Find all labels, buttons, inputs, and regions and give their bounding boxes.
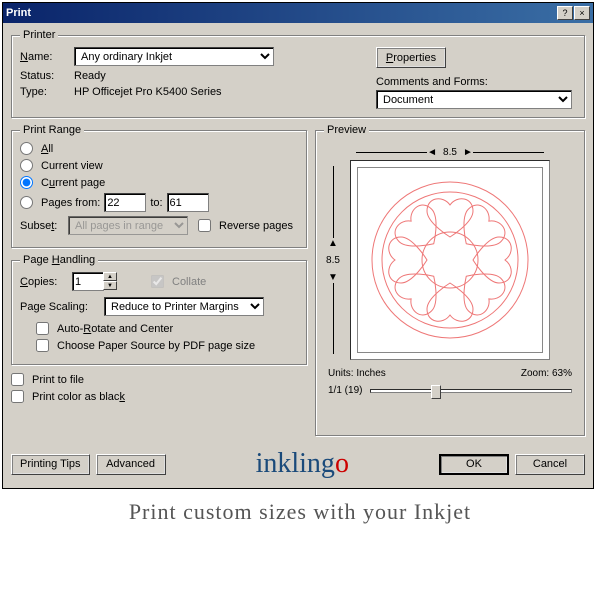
scaling-label: Page Scaling: — [20, 301, 100, 313]
radio-pages-from[interactable] — [20, 196, 33, 209]
status-label: Status: — [20, 70, 70, 82]
slider-thumb[interactable] — [431, 385, 441, 399]
radio-all[interactable] — [20, 142, 33, 155]
status-value: Ready — [74, 70, 106, 82]
print-to-file-checkbox[interactable] — [11, 373, 24, 386]
copies-down-icon[interactable]: ▼ — [103, 281, 117, 290]
tagline: Print custom sizes with your Inkjet — [0, 491, 600, 529]
scaling-select[interactable]: Reduce to Printer Margins — [104, 297, 264, 316]
type-label: Type: — [20, 86, 70, 98]
printing-tips-button[interactable]: Printing Tips — [11, 454, 90, 475]
help-icon[interactable]: ? — [557, 6, 573, 20]
reverse-checkbox[interactable] — [198, 219, 211, 232]
copies-label: Copies: — [20, 276, 68, 288]
inklingo-logo: inklingo — [256, 448, 349, 480]
print-dialog: Print ? × Printer Name: Any ordinary Ink… — [2, 2, 594, 489]
range-legend: Print Range — [20, 124, 84, 136]
ok-button[interactable]: OK — [439, 454, 509, 475]
comments-select[interactable]: Document — [376, 90, 572, 109]
preview-artwork — [365, 175, 535, 345]
close-icon[interactable]: × — [574, 6, 590, 20]
auto-rotate-label: Auto-Rotate and Center — [57, 323, 173, 335]
reverse-label: Reverse pages — [219, 220, 293, 232]
pages-to-input[interactable] — [167, 193, 209, 212]
current-page-label: Current page — [41, 177, 105, 189]
name-label: Name: — [20, 51, 70, 63]
auto-rotate-checkbox[interactable] — [36, 322, 49, 335]
handling-legend: Page Handling — [20, 254, 98, 266]
printer-legend: Printer — [20, 29, 58, 41]
subset-label: Subset: — [20, 220, 64, 232]
collate-checkbox — [151, 275, 164, 288]
page-handling-group: Page Handling Copies: ▲ ▼ Collate — [11, 254, 307, 365]
subset-select: All pages in range — [68, 216, 188, 235]
paper-source-label: Choose Paper Source by PDF page size — [57, 340, 255, 352]
comments-label: Comments and Forms: — [376, 76, 576, 88]
to-label: to: — [150, 197, 162, 209]
paper-source-checkbox[interactable] — [36, 339, 49, 352]
collate-label: Collate — [172, 276, 206, 288]
preview-legend: Preview — [324, 124, 369, 136]
copies-up-icon[interactable]: ▲ — [103, 272, 117, 281]
current-view-label: Current view — [41, 160, 103, 172]
pages-from-label: Pages from: — [41, 197, 100, 209]
preview-page — [357, 167, 543, 353]
preview-group: Preview ◄8.5► ▲8.5▼ — [315, 124, 585, 436]
preview-box: ◄8.5► ▲8.5▼ — [350, 160, 550, 360]
print-to-file-label: Print to file — [32, 374, 84, 386]
advanced-button[interactable]: Advanced — [96, 454, 166, 475]
radio-current-view[interactable] — [20, 159, 33, 172]
properties-button[interactable]: Properties — [376, 47, 446, 68]
pages-from-input[interactable] — [104, 193, 146, 212]
height-dimension: ▲8.5▼ — [323, 166, 343, 354]
radio-current-page[interactable] — [20, 176, 33, 189]
printer-name-select[interactable]: Any ordinary Inkjet — [74, 47, 274, 66]
titlebar: Print ? × — [3, 3, 593, 23]
zoom-text: Zoom: 63% — [521, 368, 572, 379]
cancel-button[interactable]: Cancel — [515, 454, 585, 475]
page-info: 1/1 (19) — [328, 385, 362, 396]
copies-input[interactable] — [72, 272, 104, 291]
print-black-checkbox[interactable] — [11, 390, 24, 403]
width-dimension: ◄8.5► — [356, 147, 544, 158]
print-range-group: Print Range All Current view Current pag… — [11, 124, 307, 248]
zoom-slider[interactable] — [370, 389, 572, 393]
printer-group: Printer Name: Any ordinary Inkjet Status… — [11, 29, 585, 118]
print-black-label: Print color as black — [32, 391, 125, 403]
units-text: Units: Inches — [328, 368, 386, 379]
window-title: Print — [6, 7, 31, 19]
type-value: HP Officejet Pro K5400 Series — [74, 86, 222, 98]
all-label: All — [41, 143, 53, 155]
